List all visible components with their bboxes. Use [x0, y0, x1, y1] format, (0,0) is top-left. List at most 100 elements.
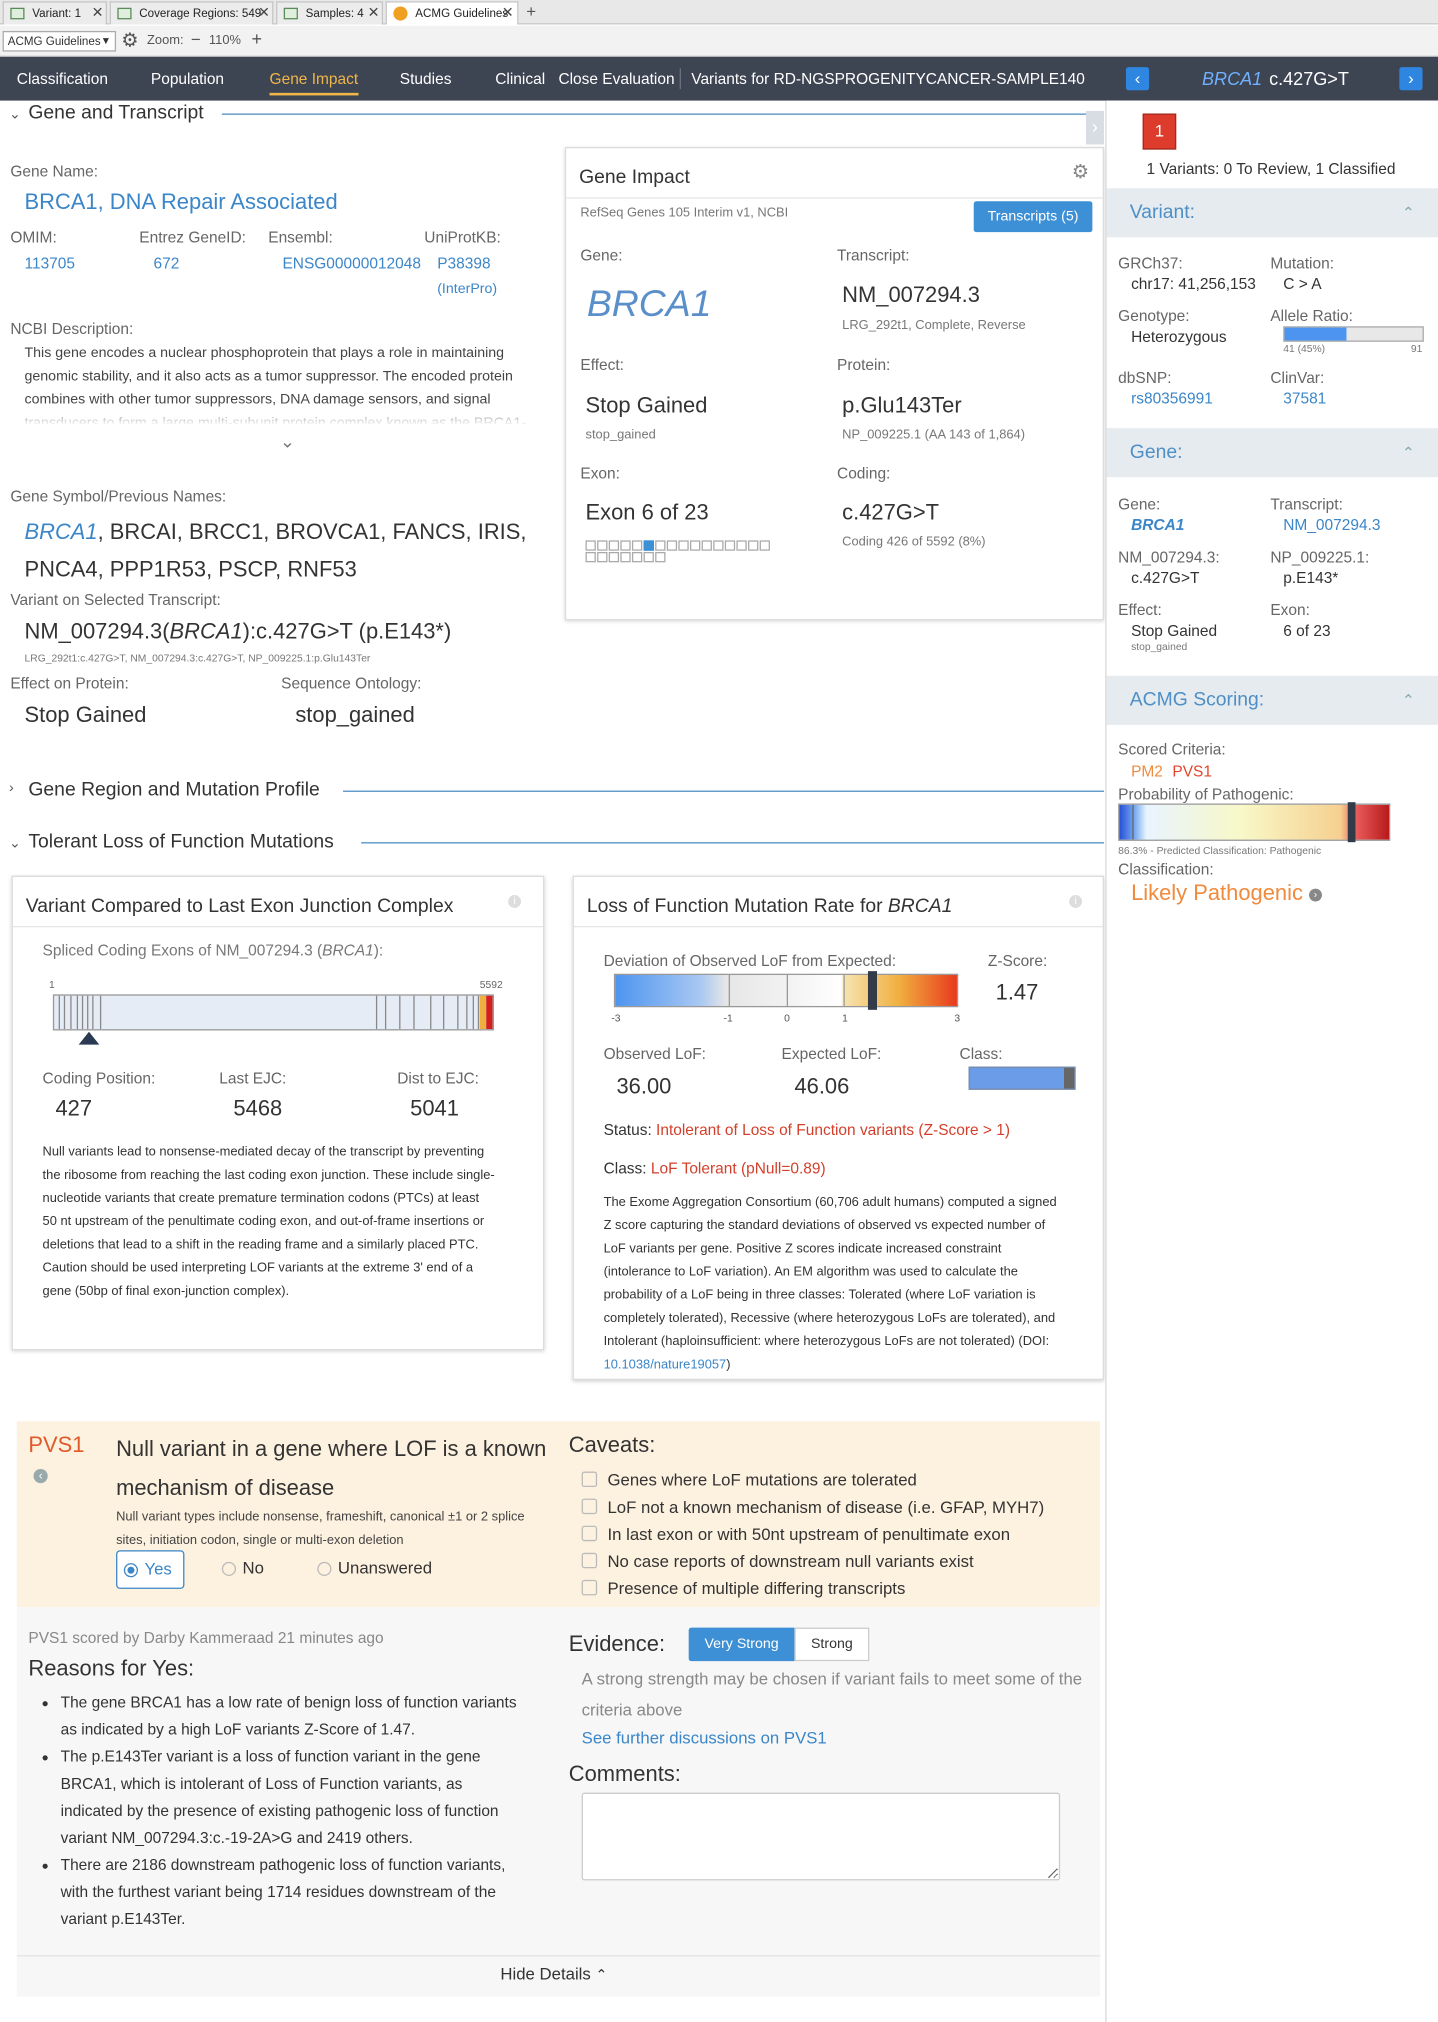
back-arrow-icon[interactable]: ‹ — [33, 1468, 48, 1484]
transcripts-button[interactable]: Transcripts (5) — [973, 201, 1093, 233]
sequence-ontology-value: stop_gained — [295, 702, 415, 728]
dist-ejc-value: 5041 — [410, 1096, 459, 1121]
radio-unanswered[interactable] — [317, 1561, 332, 1577]
z-score-value: 1.47 — [995, 980, 1039, 1005]
exon-square — [759, 540, 770, 551]
interpro-link[interactable]: (InterPro) — [437, 281, 497, 296]
caveat-checkbox[interactable] — [581, 1552, 598, 1569]
tab-coverage-regions[interactable]: Coverage Regions: 549 ✕ — [109, 1, 274, 25]
gear-icon[interactable]: ⚙ — [1072, 160, 1089, 183]
section-gene-region-title[interactable]: Gene Region and Mutation Profile — [28, 779, 319, 801]
caveat-item[interactable]: Genes where LoF mutations are tolerated — [581, 1466, 1045, 1493]
doi-link[interactable]: 10.1038/nature19057 — [604, 1358, 727, 1372]
lof-class-bar — [968, 1066, 1076, 1090]
effect-protein-label: Effect on Protein: — [10, 674, 129, 693]
variant-transcript-aliases: LRG_292t1:c.427G>T, NM_007294.3:c.427G>T… — [24, 652, 371, 665]
side-np-label: NP_009225.1: — [1270, 548, 1370, 567]
close-icon[interactable]: ✕ — [502, 3, 514, 25]
prev-variant-button[interactable]: ‹ — [1125, 67, 1150, 91]
table-icon — [283, 7, 298, 20]
close-icon[interactable]: ✕ — [92, 3, 104, 25]
caveat-item[interactable]: In last exon or with 50nt upstream of pe… — [581, 1521, 1045, 1548]
chevron-down-icon[interactable]: ⌄ — [9, 106, 21, 122]
view-select[interactable]: ACMG Guidelines ▼ — [2, 30, 117, 52]
criterion-pvs1[interactable]: PVS1 — [1172, 762, 1212, 780]
collapse-sidebar-button[interactable]: › — [1085, 110, 1104, 145]
evidence-very-strong-button[interactable]: Very Strong — [688, 1627, 795, 1662]
caveat-item[interactable]: Presence of multiple differing transcrip… — [581, 1575, 1045, 1602]
exon-square — [585, 551, 596, 563]
gene-section-header[interactable]: Gene: ⌃ — [1106, 428, 1438, 478]
section-tolerant-lof-title[interactable]: Tolerant Loss of Function Mutations — [28, 831, 333, 853]
reasons-label: Reasons for Yes: — [28, 1655, 195, 1681]
gi-gene-value[interactable]: BRCA1 — [587, 284, 712, 327]
nav-studies[interactable]: Studies — [400, 57, 452, 101]
expand-chevron-icon[interactable]: ⌄ — [280, 431, 295, 453]
lof-class-marker — [1064, 1067, 1075, 1089]
side-transcript-link[interactable]: NM_007294.3 — [1283, 516, 1380, 534]
variant-count-badge[interactable]: 1 — [1142, 113, 1177, 150]
gear-icon[interactable]: ⚙ — [121, 28, 138, 52]
answer-unanswered-label[interactable]: Unanswered — [338, 1558, 432, 1577]
further-discussions-link[interactable]: See further discussions on PVS1 — [582, 1728, 827, 1747]
criterion-pm2[interactable]: PM2 — [1131, 762, 1163, 780]
radio-yes[interactable] — [123, 1563, 138, 1578]
classification-value: Likely Pathogenic — [1131, 880, 1303, 906]
omim-link[interactable]: 113705 — [25, 254, 75, 272]
ensembl-link[interactable]: ENSG00000012048 — [282, 254, 421, 272]
gene-name-link[interactable]: BRCA1, DNA Repair Associated — [25, 190, 338, 216]
gi-protein-label: Protein: — [837, 355, 891, 375]
chevron-down-icon: ▼ — [100, 34, 111, 47]
lof-status-label: Status: — [603, 1120, 657, 1139]
exon-square — [713, 540, 724, 551]
radio-no[interactable] — [221, 1561, 237, 1577]
caveat-checkbox[interactable] — [581, 1579, 598, 1596]
answer-yes[interactable]: Yes — [116, 1550, 185, 1589]
close-icon[interactable]: ✕ — [258, 3, 270, 25]
entrez-link[interactable]: 672 — [153, 254, 179, 272]
info-icon[interactable]: i — [1069, 895, 1083, 908]
answer-no-label[interactable]: No — [242, 1558, 263, 1577]
zoom-out-button[interactable]: − — [191, 30, 201, 49]
chevron-right-icon[interactable]: › — [9, 780, 14, 795]
info-icon[interactable]: i — [508, 895, 522, 908]
close-icon[interactable]: ✕ — [368, 3, 380, 25]
clinvar-link[interactable]: 37581 — [1283, 389, 1326, 407]
variant-section-header[interactable]: Variant: ⌃ — [1106, 188, 1438, 238]
caveat-item[interactable]: No case reports of downstream null varia… — [581, 1548, 1045, 1575]
tab-variant[interactable]: Variant: 1 ✕ — [2, 1, 108, 25]
zoom-in-button[interactable]: + — [251, 28, 262, 49]
section-divider — [221, 113, 1097, 115]
section-gene-transcript-title[interactable]: Gene and Transcript — [28, 102, 203, 124]
caveat-checkbox[interactable] — [581, 1471, 598, 1488]
nav-population[interactable]: Population — [151, 57, 224, 101]
nav-classification[interactable]: Classification — [17, 57, 108, 101]
chevron-up-icon: ⌃ — [1401, 691, 1415, 710]
chevron-down-icon[interactable]: ⌄ — [9, 834, 21, 851]
tab-samples[interactable]: Samples: 4 ✕ — [275, 1, 384, 25]
caveat-item[interactable]: LoF not a known mechanism of disease (i.… — [581, 1493, 1044, 1520]
tab-acmg-guidelines[interactable]: ACMG Guidelines ✕ — [385, 1, 519, 25]
next-variant-button[interactable]: › — [1399, 67, 1423, 91]
caveat-checkbox[interactable] — [581, 1525, 598, 1542]
lof-class2-value: LoF Tolerant (pNull=0.89) — [650, 1159, 826, 1178]
close-evaluation-button[interactable]: Close Evaluation — [558, 57, 674, 101]
evidence-strong-button[interactable]: Strong — [794, 1627, 870, 1662]
gene-symbol-main[interactable]: BRCA1 — [25, 520, 98, 545]
dbsnp-link[interactable]: rs80356991 — [1131, 389, 1213, 407]
acmg-icon — [393, 6, 408, 21]
classification[interactable]: Likely Pathogenic › — [1131, 881, 1322, 907]
caveat-checkbox[interactable] — [581, 1498, 598, 1515]
add-tab-icon[interactable]: + — [526, 1, 536, 20]
nav-gene-impact[interactable]: Gene Impact — [269, 57, 358, 101]
hide-details-button[interactable]: Hide Details ⌃ — [500, 1964, 607, 1983]
exon-square — [620, 551, 631, 563]
caveat-label: Genes where LoF mutations are tolerated — [607, 1470, 917, 1490]
probability-label: Probability of Pathogenic: — [1118, 785, 1294, 804]
acmg-section-header[interactable]: ACMG Scoring: ⌃ — [1106, 675, 1438, 725]
nav-clinical[interactable]: Clinical — [495, 57, 545, 101]
side-gene-link[interactable]: BRCA1 — [1131, 516, 1184, 534]
comments-textarea[interactable] — [581, 1792, 1061, 1881]
uniprot-link[interactable]: P38398 — [437, 254, 490, 272]
exon-square — [597, 551, 608, 563]
